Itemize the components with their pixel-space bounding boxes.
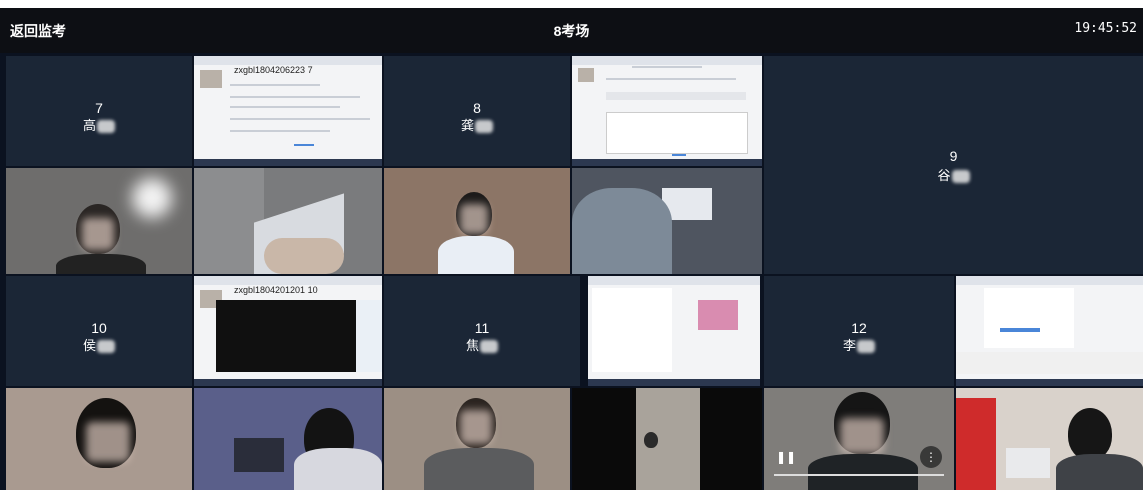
student-tile-11[interactable]: 11 焦 <box>384 276 580 386</box>
screen-exam-id: zxgbl1804206223 7 <box>234 65 313 75</box>
student-tile-9[interactable]: 9 谷 <box>764 56 1143 274</box>
code-highlight <box>1000 328 1040 332</box>
clock: 19:45:52 <box>1074 21 1137 36</box>
camera-feed-7-front[interactable] <box>6 168 192 274</box>
screen-text-line <box>230 130 330 132</box>
face-blur <box>840 418 884 454</box>
hand <box>264 238 344 274</box>
screen-titlebar <box>956 276 1143 285</box>
screen-text-line <box>230 84 320 86</box>
screen-taskbar <box>194 159 382 166</box>
screen-text-line <box>230 106 340 108</box>
face-blur <box>460 204 488 234</box>
student-number: 12 <box>851 320 867 336</box>
screen-text-line <box>230 96 360 98</box>
console-window <box>216 300 356 372</box>
monitor-screen <box>234 438 284 472</box>
screen-titlebar <box>572 56 762 65</box>
student-name: 龚 <box>384 115 570 134</box>
face-blur <box>86 422 130 462</box>
problem-image <box>698 300 738 330</box>
camera-feed-12-front[interactable]: ❚❚ ⋮ <box>764 388 954 490</box>
exam-room-title: 8考场 <box>553 23 590 39</box>
screen-titlebar <box>194 56 382 65</box>
code-editor <box>592 288 672 372</box>
student-name: 谷 <box>764 165 1143 184</box>
student-name: 李 <box>764 335 954 354</box>
student-head <box>644 432 658 448</box>
camera-feed-7-side[interactable] <box>194 168 382 274</box>
face-blur <box>460 410 492 444</box>
camera-feed-11-front[interactable] <box>384 388 570 490</box>
student-name: 侯 <box>6 335 192 354</box>
bookshelf <box>956 398 996 490</box>
screen-share-11[interactable] <box>588 276 760 386</box>
laptop-screen <box>1006 448 1050 478</box>
camera-feed-10-side[interactable] <box>194 388 382 490</box>
camera-feed-12-side[interactable] <box>956 388 1143 490</box>
student-name: 焦 <box>384 335 580 354</box>
screen-taskbar <box>956 379 1143 386</box>
student-number: 11 <box>474 320 490 336</box>
student-body <box>56 254 146 274</box>
screen-taskbar <box>194 379 382 386</box>
monitor-frame: 返回监考 8考场 19:45:52 7 高 zxgbl1804206223 7 … <box>0 8 1143 490</box>
screen-titlebar <box>194 276 382 285</box>
screen-submit-button <box>294 144 314 146</box>
screen-text-line <box>230 118 370 120</box>
screen-taskbar <box>572 159 762 166</box>
student-body <box>438 236 514 274</box>
lamp-light <box>132 178 172 218</box>
ide-panel <box>356 300 382 372</box>
camera-feed-10-front[interactable] <box>6 388 192 490</box>
student-number: 7 <box>95 100 103 116</box>
student-tile-7[interactable]: 7 高 <box>6 56 192 166</box>
camera-feed-11-side[interactable] <box>572 388 762 490</box>
output-panel <box>956 352 1143 374</box>
pause-icon[interactable]: ❚❚ <box>776 450 796 464</box>
screen-titlebar <box>588 276 760 285</box>
screen-share-12[interactable] <box>956 276 1143 386</box>
student-head <box>1068 408 1112 460</box>
video-progress-bar[interactable] <box>774 474 944 476</box>
camera-feed-8-front[interactable] <box>384 168 570 274</box>
screen-exam-id: zxgbl1804201201 10 <box>234 285 318 295</box>
student-body <box>424 448 534 490</box>
screen-thumbnail <box>200 70 222 88</box>
screen-text-line <box>606 78 736 80</box>
screen-thumbnail <box>578 68 594 82</box>
student-body <box>1056 454 1143 490</box>
screen-share-7[interactable]: zxgbl1804206223 7 <box>194 56 382 166</box>
student-number: 9 <box>949 147 958 164</box>
screen-text-box <box>606 92 746 100</box>
student-body <box>294 448 382 490</box>
screen-submit-button <box>672 154 686 156</box>
student-number: 8 <box>473 100 481 116</box>
student-tile-12[interactable]: 12 李 <box>764 276 954 386</box>
screen-share-8[interactable] <box>572 56 762 166</box>
face-blur <box>82 218 114 250</box>
student-body <box>808 454 918 490</box>
screen-code-editor <box>606 112 748 154</box>
screen-taskbar <box>588 379 760 386</box>
student-number: 10 <box>91 320 107 336</box>
camera-feed-8-side[interactable] <box>572 168 762 274</box>
student-name: 高 <box>6 115 192 134</box>
screen-share-10[interactable]: zxgbl1804201201 10 <box>194 276 382 386</box>
screen-text-line <box>632 66 702 68</box>
code-editor <box>984 288 1074 348</box>
top-bar: 返回监考 8考场 19:45:52 <box>0 8 1143 53</box>
student-back <box>572 188 672 274</box>
student-tile-10[interactable]: 10 侯 <box>6 276 192 386</box>
student-grid: 7 高 zxgbl1804206223 7 8 龚 9 谷 10 侯 zxgbl… <box>6 56 1143 490</box>
more-vertical-icon[interactable]: ⋮ <box>920 446 942 468</box>
student-tile-8[interactable]: 8 龚 <box>384 56 570 166</box>
